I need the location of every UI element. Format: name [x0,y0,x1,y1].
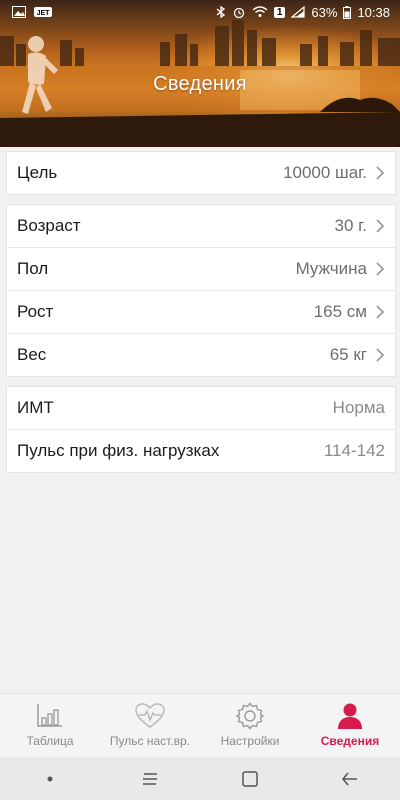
chevron-right-icon [376,348,385,362]
tab-label: Сведения [320,734,380,748]
tab-label: Пульс наст.вр. [109,734,191,748]
bmi-row: ИМТ Норма [7,387,395,430]
bar-chart-icon [37,704,62,727]
recent-apps-icon [143,772,157,785]
row-label: Возраст [17,216,81,235]
age-row[interactable]: Возраст 30 г. [7,205,395,248]
stats-card: ИМТ Норма Пульс при физ. нагрузках 114-1… [6,386,396,473]
sim-badge: 1 [273,6,286,18]
row-label: Пол [17,259,49,278]
row-value: 65 кг [329,345,367,364]
chevron-right-icon [376,219,385,233]
battery-icon [343,5,352,19]
svg-text:JET: JET [37,10,51,17]
clock: 10:38 [357,4,390,20]
row-label: ИМТ [17,398,54,417]
battery-percent: 63% [311,4,338,20]
goal-row[interactable]: Цель 10000 шаг. [7,152,395,194]
back-button[interactable] [330,764,370,794]
tab-live-pulse[interactable]: Пульс наст.вр. [100,694,200,758]
alarm-icon [233,7,245,18]
home-icon [242,770,258,787]
weight-row[interactable]: Вес 65 кг [7,334,395,376]
gender-row[interactable]: Пол Мужчина [7,248,395,291]
tab-label: Таблица [26,734,74,748]
tab-table[interactable]: Таблица [0,694,100,758]
page-title: Сведения [153,73,247,95]
tab-label: Настройки [220,734,280,748]
status-bar: JET 1 63% 10:38 [0,0,400,24]
person-icon [338,703,362,729]
chevron-right-icon [376,262,385,276]
gear-icon [235,702,265,730]
height-row[interactable]: Рост 165 см [7,291,395,334]
back-arrow-icon [342,772,357,785]
recent-apps-button[interactable] [130,764,170,794]
row-value: 114-142 [323,441,385,460]
bottom-tab-bar: Таблица Пульс наст.вр. Настройки Сведени… [0,693,400,758]
row-label: Рост [17,302,54,321]
goal-card: Цель 10000 шаг. [6,151,396,195]
home-button[interactable] [230,764,270,794]
tab-settings[interactable]: Настройки [200,694,300,758]
profile-card: Возраст 30 г. Пол Мужчина Рост 165 см Ве… [6,204,396,377]
row-value: Мужчина [295,259,367,278]
tab-info[interactable]: Сведения [300,694,400,758]
dot-icon [47,776,53,781]
app-notification-icon: JET [34,7,52,17]
bluetooth-icon [216,6,225,18]
system-navigation-bar [0,757,400,800]
row-label: Пульс при физ. нагрузках [17,441,220,460]
row-value: 10000 шаг. [283,163,367,182]
row-value: 165 см [313,302,367,321]
row-label: Вес [17,345,47,364]
chevron-right-icon [376,166,385,180]
heart-pulse-icon [135,703,165,728]
chevron-right-icon [376,305,385,319]
wifi-icon [252,6,268,17]
nav-dot-button[interactable] [30,764,70,794]
image-notification-icon [12,6,26,18]
exercise-heart-rate-row: Пульс при физ. нагрузках 114-142 [7,430,395,472]
row-value: Норма [332,398,385,417]
signal-icon [291,6,306,18]
row-value: 30 г. [334,216,367,235]
row-label: Цель [17,163,58,182]
